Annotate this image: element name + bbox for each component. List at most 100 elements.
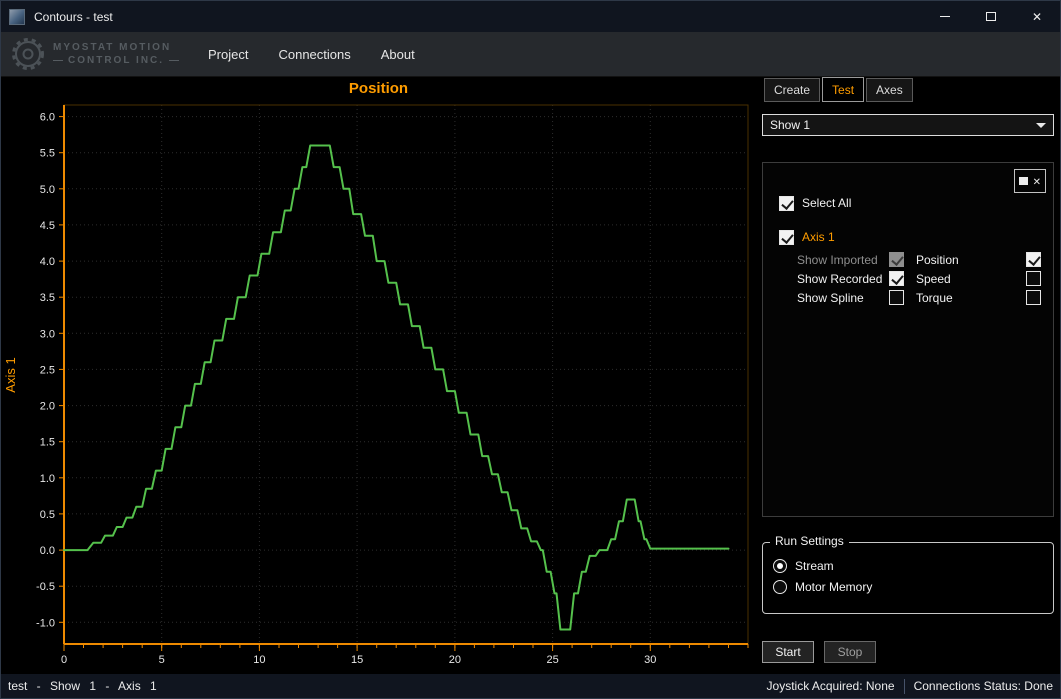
select-all-checkbox[interactable] — [779, 196, 794, 211]
position-checkbox[interactable] — [1026, 252, 1041, 267]
svg-text:1.0: 1.0 — [40, 473, 55, 485]
status-context: test - Show 1 - Axis 1 — [8, 679, 157, 693]
logo-line2: CONTROL INC. — [68, 54, 164, 68]
maximize-icon — [986, 12, 996, 21]
minimize-button[interactable] — [922, 1, 968, 32]
start-button[interactable]: Start — [762, 641, 814, 663]
show-recorded-checkbox[interactable] — [889, 271, 904, 286]
stream-radio-row[interactable]: Stream — [773, 555, 1043, 576]
show-imported-row: Show Imported Position — [797, 250, 1041, 269]
stream-label: Stream — [795, 559, 834, 573]
logo-rule-left — [53, 60, 63, 61]
svg-text:-0.5: -0.5 — [36, 581, 55, 593]
chart-title: Position — [1, 77, 756, 99]
svg-text:3.0: 3.0 — [40, 328, 55, 340]
tab-create[interactable]: Create — [764, 78, 820, 102]
show-recorded-label: Show Recorded — [797, 272, 889, 286]
svg-text:-1.0: -1.0 — [36, 617, 55, 629]
axis1-row[interactable]: Axis 1 — [779, 227, 1041, 247]
myostat-logo: MYOSTAT MOTION CONTROL INC. — [11, 37, 193, 71]
axis1-label: Axis 1 — [802, 230, 835, 244]
svg-text:2.5: 2.5 — [40, 364, 55, 376]
main-content: Position 6.0 5.5 5.0 4.5 4.0 3.5 3.0 2.5 2.0 1.5 1… — [1, 77, 1060, 674]
app-window: Contours - test MYOSTAT MOTION CONTROL I… — [0, 0, 1061, 699]
svg-text:30: 30 — [644, 654, 656, 666]
run-settings-group: Run Settings Stream Motor Memory — [762, 542, 1054, 614]
svg-text:6.0: 6.0 — [40, 112, 55, 124]
svg-text:5: 5 — [159, 654, 165, 666]
minimize-icon — [940, 16, 950, 17]
chevron-down-icon — [1036, 123, 1046, 128]
axis1-checkbox[interactable] — [779, 230, 794, 245]
speed-checkbox[interactable] — [1026, 271, 1041, 286]
stop-button[interactable]: Stop — [824, 641, 876, 663]
motor-memory-radio-row[interactable]: Motor Memory — [773, 576, 1043, 597]
panel-minimize-icon[interactable] — [1019, 177, 1028, 185]
svg-text:2.0: 2.0 — [40, 401, 55, 413]
run-settings-title: Run Settings — [770, 534, 849, 548]
svg-text:0.5: 0.5 — [40, 509, 55, 521]
menu-bar: MYOSTAT MOTION CONTROL INC. Project Conn… — [1, 32, 1060, 77]
show-imported-checkbox[interactable] — [889, 252, 904, 267]
menu-connections[interactable]: Connections — [263, 32, 365, 76]
svg-text:4.0: 4.0 — [40, 256, 55, 268]
svg-text:5.0: 5.0 — [40, 184, 55, 196]
show-spline-row: Show Spline Torque — [797, 288, 1041, 307]
logo-rule-right — [169, 60, 179, 61]
status-bar: test - Show 1 - Axis 1 Joystick Acquired… — [1, 674, 1060, 698]
svg-text:0: 0 — [61, 654, 67, 666]
chart-area: Position 6.0 5.5 5.0 4.5 4.0 3.5 3.0 2.5 2.0 1.5 1… — [1, 77, 756, 674]
svg-text:10: 10 — [253, 654, 265, 666]
select-all-label: Select All — [802, 196, 851, 210]
close-button[interactable] — [1014, 1, 1060, 32]
motor-memory-label: Motor Memory — [795, 580, 872, 594]
show-selector-dropdown[interactable]: Show 1 — [762, 114, 1054, 136]
joystick-status: Joystick Acquired: None — [767, 679, 895, 693]
show-recorded-row: Show Recorded Speed — [797, 269, 1041, 288]
position-label: Position — [916, 253, 1026, 267]
tab-test[interactable]: Test — [822, 77, 864, 102]
title-bar[interactable]: Contours - test — [1, 1, 1060, 32]
torque-label: Torque — [916, 291, 1026, 305]
svg-text:1.5: 1.5 — [40, 437, 55, 449]
menu-about[interactable]: About — [366, 32, 430, 76]
svg-text:Axis 1: Axis 1 — [3, 357, 18, 392]
show-imported-label: Show Imported — [797, 253, 889, 267]
svg-text:20: 20 — [449, 654, 461, 666]
window-title: Contours - test — [34, 10, 113, 24]
logo-text: MYOSTAT MOTION CONTROL INC. — [53, 41, 179, 68]
menu-project[interactable]: Project — [193, 32, 263, 76]
action-buttons: Start Stop — [762, 641, 1054, 663]
panel-window-controls — [1014, 169, 1046, 193]
motor-memory-radio[interactable] — [773, 580, 787, 594]
select-all-row[interactable]: Select All — [779, 193, 1041, 213]
stream-radio[interactable] — [773, 559, 787, 573]
svg-text:25: 25 — [546, 654, 558, 666]
svg-text:15: 15 — [351, 654, 363, 666]
axis1-options: Show Imported Position Show Recorded Spe… — [779, 250, 1041, 307]
svg-text:3.5: 3.5 — [40, 292, 55, 304]
status-separator — [904, 679, 905, 694]
svg-text:5.5: 5.5 — [40, 148, 55, 160]
side-panel: Create Test Axes Show 1 Select All — [756, 77, 1060, 674]
logo-line1: MYOSTAT MOTION — [53, 41, 179, 55]
dropdown-value: Show 1 — [770, 118, 810, 132]
app-icon — [9, 9, 25, 25]
torque-checkbox[interactable] — [1026, 290, 1041, 305]
tab-bar: Create Test Axes — [762, 77, 1054, 102]
show-spline-checkbox[interactable] — [889, 290, 904, 305]
position-chart: 6.0 5.5 5.0 4.5 4.0 3.5 3.0 2.5 2.0 1.5 1.0 0.5 0.0 -… — [1, 99, 756, 674]
close-icon — [1032, 8, 1042, 26]
svg-text:0.0: 0.0 — [40, 545, 55, 557]
series-visibility-panel: Select All Axis 1 Show Imported Position… — [762, 162, 1054, 517]
svg-text:4.5: 4.5 — [40, 220, 55, 232]
connection-status: Connections Status: Done — [914, 679, 1053, 693]
show-spline-label: Show Spline — [797, 291, 889, 305]
speed-label: Speed — [916, 272, 1026, 286]
gear-icon — [11, 37, 45, 71]
tab-axes[interactable]: Axes — [866, 78, 913, 102]
maximize-button[interactable] — [968, 1, 1014, 32]
status-right: Joystick Acquired: None Connections Stat… — [767, 679, 1053, 694]
window-controls — [922, 1, 1060, 32]
panel-close-icon[interactable] — [1033, 172, 1041, 190]
